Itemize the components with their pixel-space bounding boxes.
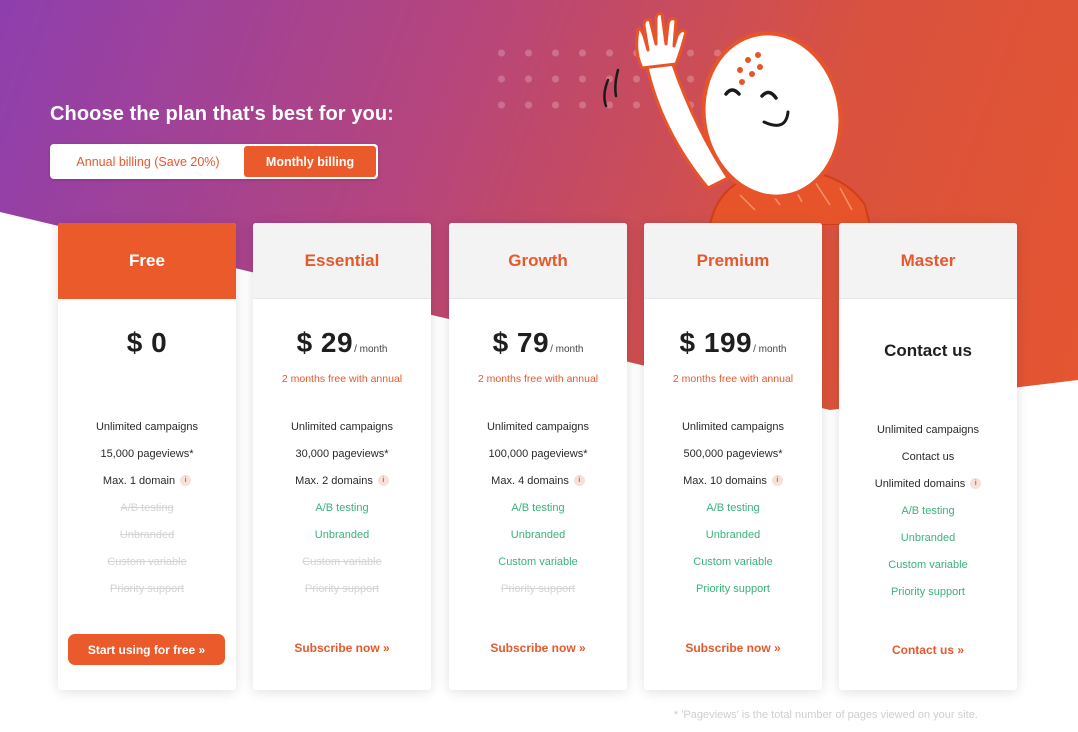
- billing-toggle: Annual billing (Save 20%) Monthly billin…: [50, 144, 378, 179]
- info-icon[interactable]: i: [771, 475, 783, 486]
- page-title: Choose the plan that's best for you:: [50, 103, 394, 125]
- feature-custom-variable: Custom variable: [498, 555, 578, 568]
- feature-ab-testing: A/B testing: [120, 501, 174, 514]
- feature-pageviews: Contact us: [901, 450, 955, 463]
- feature-unbranded: Unbranded: [510, 528, 566, 541]
- feature-unbranded: Unbranded: [119, 528, 175, 541]
- plan-name: Master: [900, 250, 956, 270]
- feature-priority-support: Priority support: [110, 582, 184, 595]
- feature-domains: Max. 10 domains i: [644, 467, 822, 494]
- feature-list: Unlimited campaigns 15,000 pageviews* Ma…: [58, 413, 236, 602]
- feature-domains: Unlimited domains i: [839, 470, 1017, 497]
- feature-unbranded: Unbranded: [314, 528, 370, 541]
- feature-custom-variable: Custom variable: [888, 558, 968, 571]
- feature-pageviews: 15,000 pageviews*: [100, 447, 194, 460]
- price-period: / month: [354, 344, 388, 355]
- plan-header: Growth: [449, 223, 627, 299]
- feature-campaigns: Unlimited campaigns: [95, 420, 199, 433]
- plan-price-row: $ 0: [58, 327, 236, 359]
- feature-priority-support: Priority support: [305, 582, 379, 595]
- feature-unbranded: Unbranded: [705, 528, 761, 541]
- feature-pageviews: 30,000 pageviews*: [295, 447, 389, 460]
- feature-list: Unlimited campaigns 500,000 pageviews* M…: [644, 413, 822, 602]
- feature-priority-support: Priority support: [696, 582, 770, 595]
- plan-name: Free: [129, 251, 165, 270]
- plan-header: Master: [839, 223, 1017, 299]
- feature-campaigns: Unlimited campaigns: [681, 420, 785, 433]
- plan-card-essential: Essential $ 29 / month 2 months free wit…: [253, 223, 431, 690]
- feature-pageviews: 100,000 pageviews*: [488, 447, 588, 460]
- feature-list: Unlimited campaigns Contact us Unlimited…: [839, 416, 1017, 605]
- feature-domains: Max. 4 domains i: [449, 467, 627, 494]
- plan-price-row: $ 199 / month: [644, 327, 822, 359]
- pageviews-footnote: * 'Pageviews' is the total number of pag…: [674, 709, 978, 721]
- info-icon[interactable]: i: [180, 475, 192, 486]
- plan-price: $ 79: [492, 327, 550, 358]
- annual-promo: 2 months free with annual: [477, 373, 599, 385]
- plan-price: $ 0: [126, 327, 168, 358]
- plan-card-growth: Growth $ 79 / month 2 months free with a…: [449, 223, 627, 690]
- feature-priority-support: Priority support: [891, 585, 965, 598]
- feature-ab-testing: A/B testing: [706, 501, 760, 514]
- feature-custom-variable: Custom variable: [302, 555, 382, 568]
- feature-campaigns: Unlimited campaigns: [290, 420, 394, 433]
- subscribe-growth-link[interactable]: Subscribe now »: [449, 641, 627, 655]
- feature-priority-support: Priority support: [501, 582, 575, 595]
- plan-card-master: Master Contact us Unlimited campaigns Co…: [839, 223, 1017, 690]
- feature-list: Unlimited campaigns 100,000 pageviews* M…: [449, 413, 627, 602]
- feature-custom-variable: Custom variable: [693, 555, 773, 568]
- annual-promo: 2 months free with annual: [672, 373, 794, 385]
- feature-ab-testing: A/B testing: [315, 501, 369, 514]
- plan-price: $ 199: [679, 327, 753, 358]
- plan-name: Premium: [696, 250, 770, 270]
- plan-header: Free: [58, 223, 236, 299]
- plan-name: Growth: [508, 250, 568, 270]
- contact-us-link[interactable]: Contact us »: [839, 643, 1017, 657]
- plan-header: Essential: [253, 223, 431, 299]
- feature-custom-variable: Custom variable: [107, 555, 187, 568]
- feature-pageviews: 500,000 pageviews*: [683, 447, 783, 460]
- plan-price: $ 29: [296, 327, 354, 358]
- annual-promo: 2 months free with annual: [281, 373, 403, 385]
- plan-price-row: $ 29 / month: [253, 327, 431, 359]
- feature-list: Unlimited campaigns 30,000 pageviews* Ma…: [253, 413, 431, 602]
- feature-unbranded: Unbranded: [900, 531, 956, 544]
- info-icon[interactable]: i: [970, 478, 982, 489]
- plan-card-premium: Premium $ 199 / month 2 months free with…: [644, 223, 822, 690]
- feature-ab-testing: A/B testing: [901, 504, 955, 517]
- start-free-button[interactable]: Start using for free »: [68, 634, 225, 665]
- plan-header: Premium: [644, 223, 822, 299]
- info-icon[interactable]: i: [377, 475, 389, 486]
- feature-campaigns: Unlimited campaigns: [876, 423, 980, 436]
- price-period: / month: [753, 344, 787, 355]
- info-icon[interactable]: i: [573, 475, 585, 486]
- price-period: / month: [550, 344, 584, 355]
- feature-domains: Max. 2 domains i: [253, 467, 431, 494]
- feature-domains: Max. 1 domain i: [58, 467, 236, 494]
- subscribe-premium-link[interactable]: Subscribe now »: [644, 641, 822, 655]
- annual-billing-option[interactable]: Annual billing (Save 20%): [52, 146, 244, 177]
- plan-price: Contact us: [884, 341, 972, 360]
- plan-price-row: $ 79 / month: [449, 327, 627, 359]
- feature-campaigns: Unlimited campaigns: [486, 420, 590, 433]
- monthly-billing-option[interactable]: Monthly billing: [244, 146, 376, 177]
- feature-ab-testing: A/B testing: [511, 501, 565, 514]
- subscribe-essential-link[interactable]: Subscribe now »: [253, 641, 431, 655]
- plan-name: Essential: [304, 250, 380, 270]
- waving-mascot-illustration: [603, 12, 870, 225]
- plan-card-free: Free $ 0 Unlimited campaigns 15,000 page…: [58, 223, 236, 690]
